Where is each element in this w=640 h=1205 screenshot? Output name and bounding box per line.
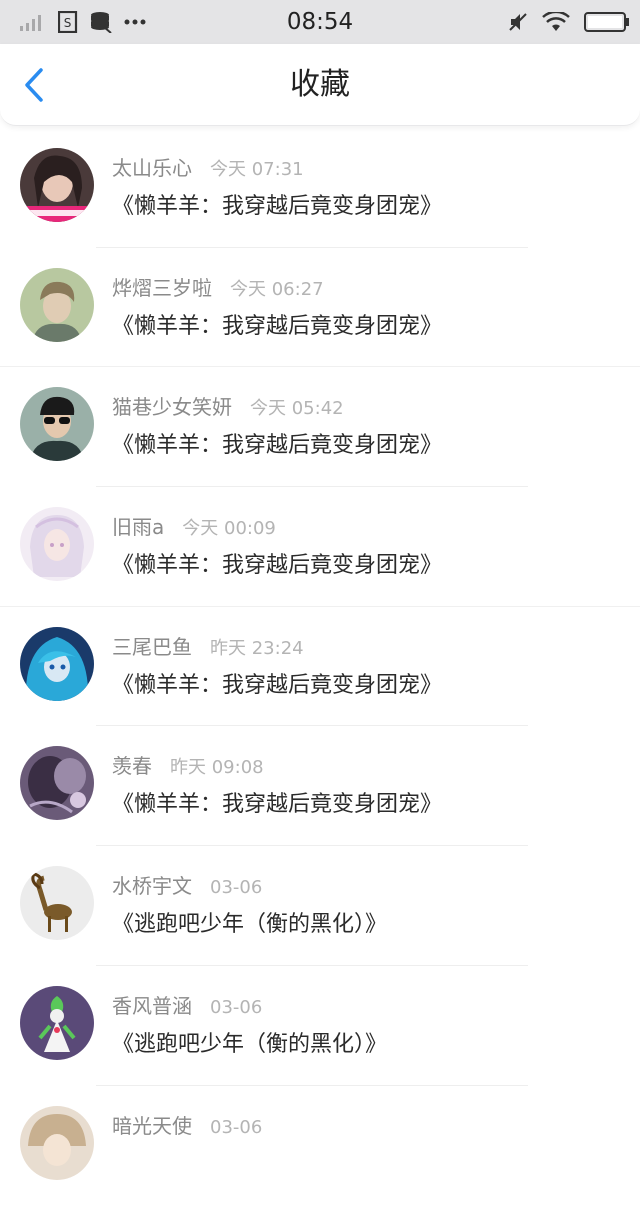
timestamp: 今天 07:31 [210, 155, 304, 181]
timestamp: 今天 05:42 [250, 394, 344, 420]
avatar[interactable] [20, 148, 94, 222]
list-item[interactable]: 香风普涵 03-06 《逃跑吧少年（衡的黑化）》 [0, 966, 640, 1086]
nav-header: 收藏 [0, 44, 640, 126]
list-item[interactable]: 水桥宇文 03-06 《逃跑吧少年（衡的黑化）》 [0, 846, 640, 966]
avatar[interactable] [20, 507, 94, 581]
book-title[interactable]: 《懒羊羊：我穿越后竟变身团宠》 [112, 786, 442, 818]
user-name[interactable]: 三尾巴鱼 [112, 631, 192, 660]
avatar[interactable] [20, 1106, 94, 1180]
timestamp: 03-06 [210, 997, 262, 1018]
book-title[interactable]: 《懒羊羊：我穿越后竟变身团宠》 [112, 667, 442, 699]
list-item[interactable]: 烨熠三岁啦 今天 06:27 《懒羊羊：我穿越后竟变身团宠》 [0, 248, 640, 368]
list-item[interactable]: 猫巷少女笑妍 今天 05:42 《懒羊羊：我穿越后竟变身团宠》 [0, 367, 640, 487]
item-meta: 烨熠三岁啦 今天 06:27 [112, 272, 324, 302]
avatar[interactable] [20, 986, 94, 1060]
list-item[interactable]: 羡春 昨天 09:08 《懒羊羊：我穿越后竟变身团宠》 [0, 726, 640, 846]
avatar[interactable] [20, 627, 94, 701]
item-meta: 猫巷少女笑妍 今天 05:42 [112, 391, 344, 421]
item-meta: 水桥宇文 03-06 [112, 870, 262, 900]
timestamp: 昨天 09:08 [170, 753, 264, 779]
user-name[interactable]: 旧雨a [112, 511, 164, 540]
user-name[interactable]: 暗光天使 [112, 1110, 192, 1139]
timestamp: 03-06 [210, 877, 262, 898]
battery-icon [584, 11, 630, 33]
book-title[interactable]: 《逃跑吧少年（衡的黑化）》 [112, 1026, 387, 1058]
book-title[interactable]: 《逃跑吧少年（衡的黑化）》 [112, 906, 387, 938]
user-name[interactable]: 猫巷少女笑妍 [112, 391, 232, 420]
item-meta: 暗光天使 03-06 [112, 1110, 262, 1140]
list-item[interactable]: 旧雨a 今天 00:09 《懒羊羊：我穿越后竟变身团宠》 [0, 487, 640, 607]
status-bar-right-icons [508, 0, 630, 44]
user-name[interactable]: 水桥宇文 [112, 870, 192, 899]
book-title[interactable]: 《懒羊羊：我穿越后竟变身团宠》 [112, 308, 442, 340]
timestamp: 昨天 23:24 [210, 634, 304, 660]
user-name[interactable]: 太山乐心 [112, 152, 192, 181]
book-title[interactable]: 《懒羊羊：我穿越后竟变身团宠》 [112, 547, 442, 579]
item-meta: 旧雨a 今天 00:09 [112, 511, 276, 541]
book-title[interactable]: 《懒羊羊：我穿越后竟变身团宠》 [112, 427, 442, 459]
avatar[interactable] [20, 746, 94, 820]
mute-icon [508, 12, 528, 32]
timestamp: 03-06 [210, 1117, 262, 1138]
list-item[interactable]: 太山乐心 今天 07:31 《懒羊羊：我穿越后竟变身团宠》 [0, 128, 640, 248]
item-meta: 三尾巴鱼 昨天 23:24 [112, 631, 304, 661]
user-name[interactable]: 羡春 [112, 750, 152, 779]
status-bar: S 08:54 [0, 0, 640, 44]
wifi-icon [542, 12, 570, 32]
user-name[interactable]: 烨熠三岁啦 [112, 272, 212, 301]
book-title[interactable]: 《懒羊羊：我穿越后竟变身团宠》 [112, 188, 442, 220]
avatar[interactable] [20, 268, 94, 342]
item-meta: 羡春 昨天 09:08 [112, 750, 264, 780]
user-name[interactable]: 香风普涵 [112, 990, 192, 1019]
page-title: 收藏 [0, 44, 640, 126]
item-meta: 香风普涵 03-06 [112, 990, 262, 1020]
avatar[interactable] [20, 866, 94, 940]
favorites-list: 太山乐心 今天 07:31 《懒羊羊：我穿越后竟变身团宠》 烨熠三岁啦 今天 0… [0, 128, 640, 1205]
item-meta: 太山乐心 今天 07:31 [112, 152, 304, 182]
list-item[interactable]: 暗光天使 03-06 [0, 1086, 640, 1205]
timestamp: 今天 06:27 [230, 275, 324, 301]
timestamp: 今天 00:09 [182, 514, 276, 540]
avatar[interactable] [20, 387, 94, 461]
list-item[interactable]: 三尾巴鱼 昨天 23:24 《懒羊羊：我穿越后竟变身团宠》 [0, 607, 640, 727]
